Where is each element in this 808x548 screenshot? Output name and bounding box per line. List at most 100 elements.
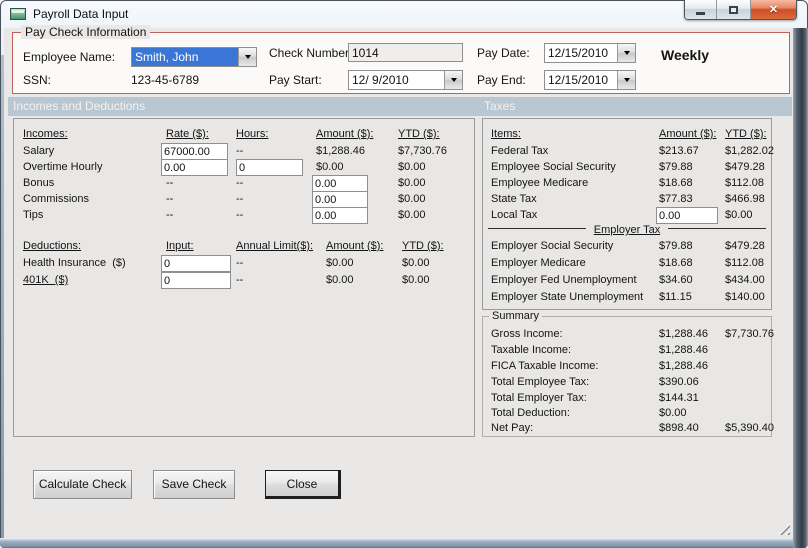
check-number-label: Check Number: [269, 46, 353, 60]
rate-cell: -- [166, 193, 174, 205]
ytd-cell: $0.00 [402, 257, 430, 269]
col-header: Incomes: [23, 128, 68, 140]
close-button[interactable]: Close [265, 470, 341, 499]
hours-cell: -- [236, 145, 244, 157]
title-bar[interactable]: Payroll Data Input ✕ [0, 0, 808, 28]
summary-group-label: Summary [489, 310, 543, 322]
ytd-cell: $0.00 [402, 274, 430, 286]
window-frame-right [793, 28, 808, 548]
pay-start-dropdown-button[interactable] [444, 71, 462, 89]
limit-cell: -- [236, 274, 244, 286]
amount-cell: $77.83 [659, 193, 693, 205]
row-label-401k-link[interactable]: 401K ($) [23, 274, 68, 287]
ytd-cell: $0.00 [725, 209, 753, 221]
pay-start-datepicker[interactable]: 12/ 9/2010 [348, 70, 463, 90]
amount-cell: $18.68 [659, 177, 693, 189]
minimize-button[interactable] [685, 0, 717, 19]
summary-row-fica: FICA Taxable Income: $1,288.46 [483, 360, 771, 374]
payroll-window: Payroll Data Input ✕ Pay Check Informati… [0, 0, 808, 548]
ssn-label: SSN: [23, 73, 52, 87]
rate-cell: -- [166, 177, 174, 189]
chevron-down-icon [244, 55, 251, 59]
row-label: Employer Medicare [491, 257, 586, 269]
pay-end-datepicker[interactable]: 12/15/2010 [544, 70, 636, 90]
hours-cell: -- [236, 193, 244, 205]
ytd-cell: $466.98 [725, 193, 765, 205]
pay-start-value: 12/ 9/2010 [352, 73, 409, 87]
check-number-field[interactable] [348, 43, 463, 62]
pay-date-datepicker[interactable]: 12/15/2010 [544, 43, 636, 63]
ytd-cell: $1,282.02 [725, 145, 774, 157]
amount-cell: $144.31 [659, 392, 699, 404]
tips-amount-input[interactable] [312, 207, 368, 224]
row-label: Salary [23, 145, 55, 157]
save-check-button[interactable]: Save Check [153, 470, 235, 499]
ytd-cell: $7,730.76 [398, 145, 447, 157]
employee-name-dropdown-button[interactable] [238, 48, 256, 66]
deduction-row-401k: 401K ($) -- $0.00 $0.00 [14, 274, 474, 288]
bonus-amount-input[interactable] [312, 175, 368, 192]
col-header: Amount ($): [316, 128, 374, 140]
deduction-row-health-insurance: Health Insurance ($) -- $0.00 $0.00 [14, 257, 474, 271]
window-title: Payroll Data Input [33, 7, 129, 21]
resize-grip[interactable] [777, 522, 790, 535]
col-header: Amount ($): [659, 128, 717, 140]
maximize-button[interactable] [717, 0, 751, 19]
taxes-section-header: Taxes [479, 97, 792, 116]
tax-row-employer-state-unemployment: Employer State Unemployment $11.15 $140.… [483, 291, 771, 305]
tax-row-employee-medicare: Employee Medicare $18.68 $112.08 [483, 177, 771, 191]
col-header: Items: [491, 128, 521, 140]
amount-cell: $213.67 [659, 145, 699, 157]
ytd-cell: $0.00 [398, 209, 426, 221]
amount-cell: $898.40 [659, 422, 699, 434]
amount-cell: $34.60 [659, 274, 693, 286]
row-label: Total Deduction: [491, 407, 570, 419]
amount-cell: $390.06 [659, 376, 699, 388]
minimize-icon [696, 11, 705, 15]
divider-line [668, 227, 766, 229]
pay-date-value: 12/15/2010 [548, 46, 609, 60]
employee-name-combobox[interactable]: Smith, John [131, 47, 257, 67]
employer-tax-label: Employer Tax [593, 224, 661, 236]
maximize-icon [729, 5, 738, 14]
col-header: Rate ($): [166, 128, 209, 140]
pay-end-value: 12/15/2010 [548, 73, 609, 87]
window-frame-bottom [0, 538, 793, 548]
tax-row-local: Local Tax $0.00 [483, 209, 771, 223]
employee-name-label: Employee Name: [23, 50, 116, 64]
close-window-button[interactable]: ✕ [751, 0, 796, 19]
salary-rate-input[interactable] [161, 143, 228, 160]
row-label: Gross Income: [491, 328, 563, 340]
overtime-hours-input[interactable] [236, 159, 303, 176]
pay-end-dropdown-button[interactable] [617, 71, 635, 89]
commissions-amount-input[interactable] [312, 191, 368, 208]
ytd-cell: $0.00 [398, 177, 426, 189]
tax-row-employer-fed-unemployment: Employer Fed Unemployment $34.60 $434.00 [483, 274, 771, 288]
amount-cell: $0.00 [316, 161, 344, 173]
row-label: Total Employee Tax: [491, 376, 590, 388]
row-label: Commissions [23, 193, 90, 205]
summary-row-gross: Gross Income: $1,288.46 $7,730.76 [483, 328, 774, 342]
chevron-down-icon [623, 78, 630, 82]
pay-frequency-label: Weekly [661, 47, 709, 63]
paycheck-info-group: Pay Check Information Employee Name: Smi… [12, 25, 790, 94]
col-header: Deductions: [23, 240, 82, 252]
pay-end-label: Pay End: [477, 73, 526, 87]
pay-date-dropdown-button[interactable] [617, 44, 635, 62]
row-label: Tips [23, 209, 44, 221]
row-label: Local Tax [491, 209, 538, 221]
income-row-salary: Salary -- $1,288.46 $7,730.76 [14, 145, 474, 159]
row-label: Employer Fed Unemployment [491, 274, 637, 286]
health-insurance-input[interactable] [161, 255, 231, 272]
taxes-panel: Items: Amount ($): YTD ($): Federal Tax … [482, 118, 774, 310]
tax-row-employer-medicare: Employer Medicare $18.68 $112.08 [483, 257, 771, 271]
row-label: Employer Social Security [491, 240, 614, 252]
local-tax-input[interactable] [656, 207, 718, 224]
ytd-cell: $479.28 [725, 240, 765, 252]
401k-input[interactable] [161, 272, 231, 289]
ytd-cell: $0.00 [398, 193, 426, 205]
amount-cell: $0.00 [326, 274, 354, 286]
summary-row-taxable: Taxable Income: $1,288.46 [483, 344, 771, 358]
overtime-rate-input[interactable] [161, 159, 228, 176]
calculate-check-button[interactable]: Calculate Check [33, 470, 132, 499]
